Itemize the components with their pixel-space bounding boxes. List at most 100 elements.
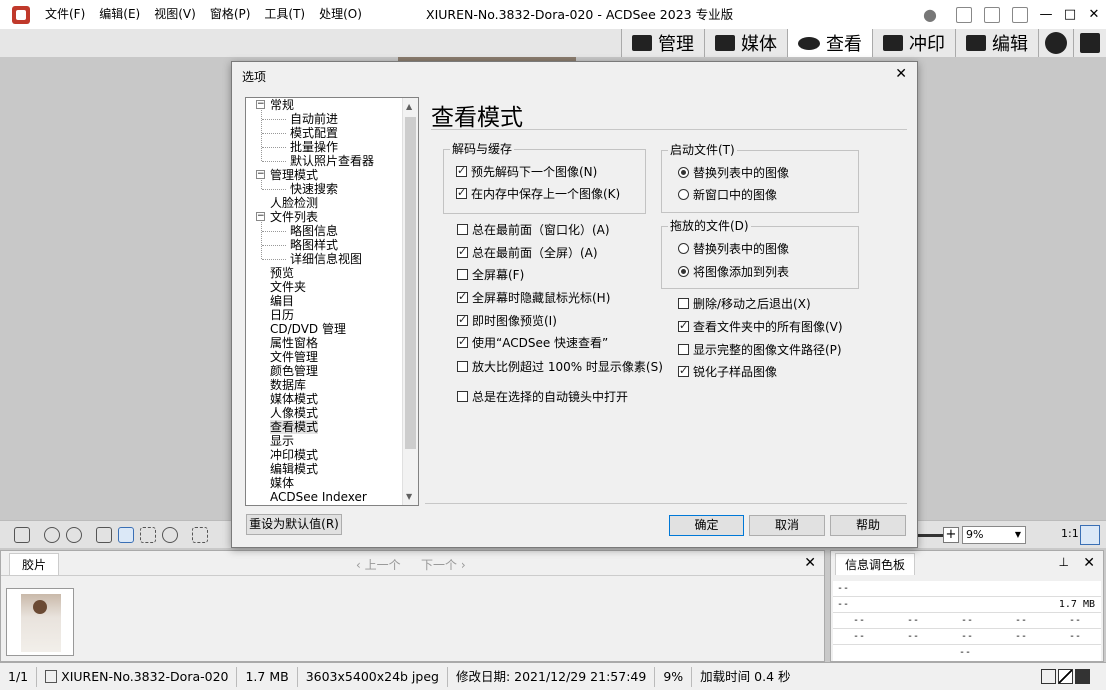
checkbox[interactable] bbox=[457, 223, 468, 235]
maximize-button[interactable]: □ bbox=[1058, 0, 1082, 29]
checkbox[interactable] bbox=[457, 268, 468, 280]
checkbox[interactable] bbox=[678, 364, 689, 378]
checkbox[interactable] bbox=[456, 186, 467, 200]
fullscreen-icon[interactable] bbox=[192, 527, 208, 543]
hide-cursor-option[interactable]: 全屏幕时隐藏鼠标光标(H) bbox=[457, 289, 610, 305]
account-icon[interactable]: ● bbox=[910, 0, 950, 29]
menu-edit[interactable]: 编辑(E) bbox=[92, 0, 147, 29]
tree-expander-icon[interactable]: − bbox=[256, 100, 265, 109]
always-on-top-fullscreen-option[interactable]: 总在最前面（全屏）(A) bbox=[457, 244, 598, 260]
tree-item[interactable]: 编辑模式 bbox=[270, 462, 318, 476]
dialog-close-icon[interactable]: ✕ bbox=[895, 66, 907, 82]
tree-item[interactable]: 详细信息视图 bbox=[290, 252, 362, 266]
startup-new-window-option[interactable]: 新窗口中的图像 bbox=[678, 186, 777, 202]
dropped-add-option[interactable]: 将图像添加到列表 bbox=[678, 263, 789, 279]
view-all-in-folder-option[interactable]: 查看文件夹中的所有图像(V) bbox=[678, 318, 843, 334]
pan-hand-icon[interactable] bbox=[118, 527, 134, 543]
menu-pane[interactable]: 窗格(P) bbox=[203, 0, 258, 29]
zoom-slider[interactable] bbox=[915, 534, 945, 537]
pin-icon[interactable]: ⊥ bbox=[1059, 555, 1069, 569]
checkbox[interactable] bbox=[457, 313, 468, 327]
tree-item[interactable]: 属性窗格 bbox=[270, 336, 318, 350]
tree-item[interactable]: 快速搜索 bbox=[290, 182, 338, 196]
menu-process[interactable]: 处理(O) bbox=[312, 0, 369, 29]
startup-replace-option[interactable]: 替换列表中的图像 bbox=[678, 164, 789, 180]
menu-file[interactable]: 文件(F) bbox=[38, 0, 92, 29]
filmstrip-thumbnail[interactable] bbox=[6, 588, 74, 656]
checkbox[interactable] bbox=[457, 290, 468, 304]
keep-previous-option[interactable]: 在内存中保存上一个图像(K) bbox=[456, 185, 620, 201]
layout-right-icon[interactable] bbox=[1012, 6, 1028, 23]
tree-scrollbar[interactable]: ▲ ▼ bbox=[402, 98, 418, 505]
checkbox[interactable] bbox=[678, 343, 689, 355]
predecode-next-option[interactable]: 预先解码下一个图像(N) bbox=[456, 163, 597, 179]
zoom-icon[interactable] bbox=[162, 527, 178, 543]
tree-item[interactable]: 默认照片查看器 bbox=[290, 154, 374, 168]
tree-expander-icon[interactable]: − bbox=[256, 170, 265, 179]
close-button[interactable]: ✕ bbox=[1082, 0, 1106, 29]
tree-item[interactable]: 查看模式 bbox=[270, 420, 319, 434]
reset-defaults-button[interactable]: 重设为默认值(R) bbox=[246, 514, 342, 535]
layout-bottom-icon[interactable] bbox=[984, 6, 1000, 23]
always-on-top-windowed-option[interactable]: 总在最前面（窗口化）(A) bbox=[457, 221, 610, 237]
sharpen-subsample-option[interactable]: 锐化子样品图像 bbox=[678, 363, 777, 379]
fit-image-button[interactable] bbox=[1080, 525, 1100, 545]
tree-item[interactable]: 冲印模式 bbox=[270, 448, 318, 462]
mode-view[interactable]: 查看 bbox=[787, 29, 872, 57]
save-icon[interactable] bbox=[14, 527, 30, 543]
tree-item[interactable]: 数据库 bbox=[270, 378, 306, 392]
slash-icon[interactable] bbox=[1058, 669, 1073, 684]
tree-item[interactable]: 批量操作 bbox=[290, 140, 338, 154]
checkbox[interactable] bbox=[456, 164, 467, 178]
dropped-replace-option[interactable]: 替换列表中的图像 bbox=[678, 240, 789, 256]
ok-button[interactable]: 确定 bbox=[669, 515, 744, 536]
mode-develop[interactable]: 冲印 bbox=[872, 29, 955, 57]
menu-tools[interactable]: 工具(T) bbox=[257, 0, 312, 29]
tree-item[interactable]: 人像模式 bbox=[270, 406, 318, 420]
tree-item[interactable]: 文件管理 bbox=[270, 350, 318, 364]
previous-button[interactable]: ‹ 上一个 bbox=[356, 556, 401, 573]
tree-item[interactable]: 颜色管理 bbox=[270, 364, 318, 378]
mode-media[interactable]: 媒体 bbox=[704, 29, 787, 57]
tree-item[interactable]: 略图信息 bbox=[290, 224, 338, 238]
checkbox[interactable] bbox=[678, 319, 689, 333]
checkmark-icon[interactable] bbox=[1075, 669, 1090, 684]
info-palette-tab[interactable]: 信息调色板 bbox=[835, 553, 915, 575]
tree-item[interactable]: CD/DVD 管理 bbox=[270, 322, 346, 336]
scroll-up-icon[interactable]: ▲ bbox=[406, 102, 412, 111]
tree-item[interactable]: 文件列表 bbox=[270, 210, 318, 224]
square-icon[interactable] bbox=[1041, 669, 1056, 684]
zoom-select[interactable]: 9% ▼ bbox=[962, 526, 1026, 544]
tree-item[interactable]: ACDSee Indexer bbox=[270, 490, 367, 504]
mode-dashboard[interactable] bbox=[1073, 29, 1106, 57]
layout-left-icon[interactable] bbox=[956, 6, 972, 23]
rotate-right-icon[interactable] bbox=[66, 527, 82, 543]
tree-item[interactable]: 管理模式 bbox=[270, 168, 318, 182]
scroll-down-icon[interactable]: ▼ bbox=[406, 492, 412, 501]
scrollbar-thumb[interactable] bbox=[405, 117, 416, 449]
zoom-in-button[interactable]: + bbox=[943, 527, 959, 543]
checkbox[interactable] bbox=[457, 360, 468, 372]
rotate-left-icon[interactable] bbox=[44, 527, 60, 543]
radio[interactable] bbox=[678, 242, 689, 254]
menu-view[interactable]: 视图(V) bbox=[147, 0, 203, 29]
show-full-path-option[interactable]: 显示完整的图像文件路径(P) bbox=[678, 341, 842, 357]
radio[interactable] bbox=[678, 265, 689, 277]
tree-item[interactable]: 略图样式 bbox=[290, 238, 338, 252]
quick-view-option[interactable]: 使用“ACDSee 快速查看” bbox=[457, 334, 608, 350]
radio[interactable] bbox=[678, 188, 689, 200]
tree-item[interactable]: 人脸检测 bbox=[270, 196, 318, 210]
options-tree[interactable]: ▲ ▼ − 常规 自动前进 模式配置 批量操作 默认照片查看器 − 管理模式 快速搜索 人脸检测 −… bbox=[245, 97, 419, 506]
next-button[interactable]: 下一个 › bbox=[421, 556, 466, 573]
checkbox[interactable] bbox=[678, 297, 689, 309]
exit-after-move-option[interactable]: 删除/移动之后退出(X) bbox=[678, 295, 811, 311]
checkbox[interactable] bbox=[457, 245, 468, 259]
select-icon[interactable] bbox=[96, 527, 112, 543]
filmstrip-tab[interactable]: 胶片 bbox=[9, 553, 59, 575]
actual-size-button[interactable]: 1:1 bbox=[1061, 527, 1079, 540]
tree-item[interactable]: 自动前进 bbox=[290, 112, 338, 126]
filmstrip-close-icon[interactable]: ✕ bbox=[804, 555, 816, 571]
instant-preview-option[interactable]: 即时图像预览(I) bbox=[457, 312, 557, 328]
help-button[interactable]: 帮助 bbox=[830, 515, 906, 536]
show-pixels-option[interactable]: 放大比例超过 100% 时显示像素(S) bbox=[457, 358, 663, 374]
